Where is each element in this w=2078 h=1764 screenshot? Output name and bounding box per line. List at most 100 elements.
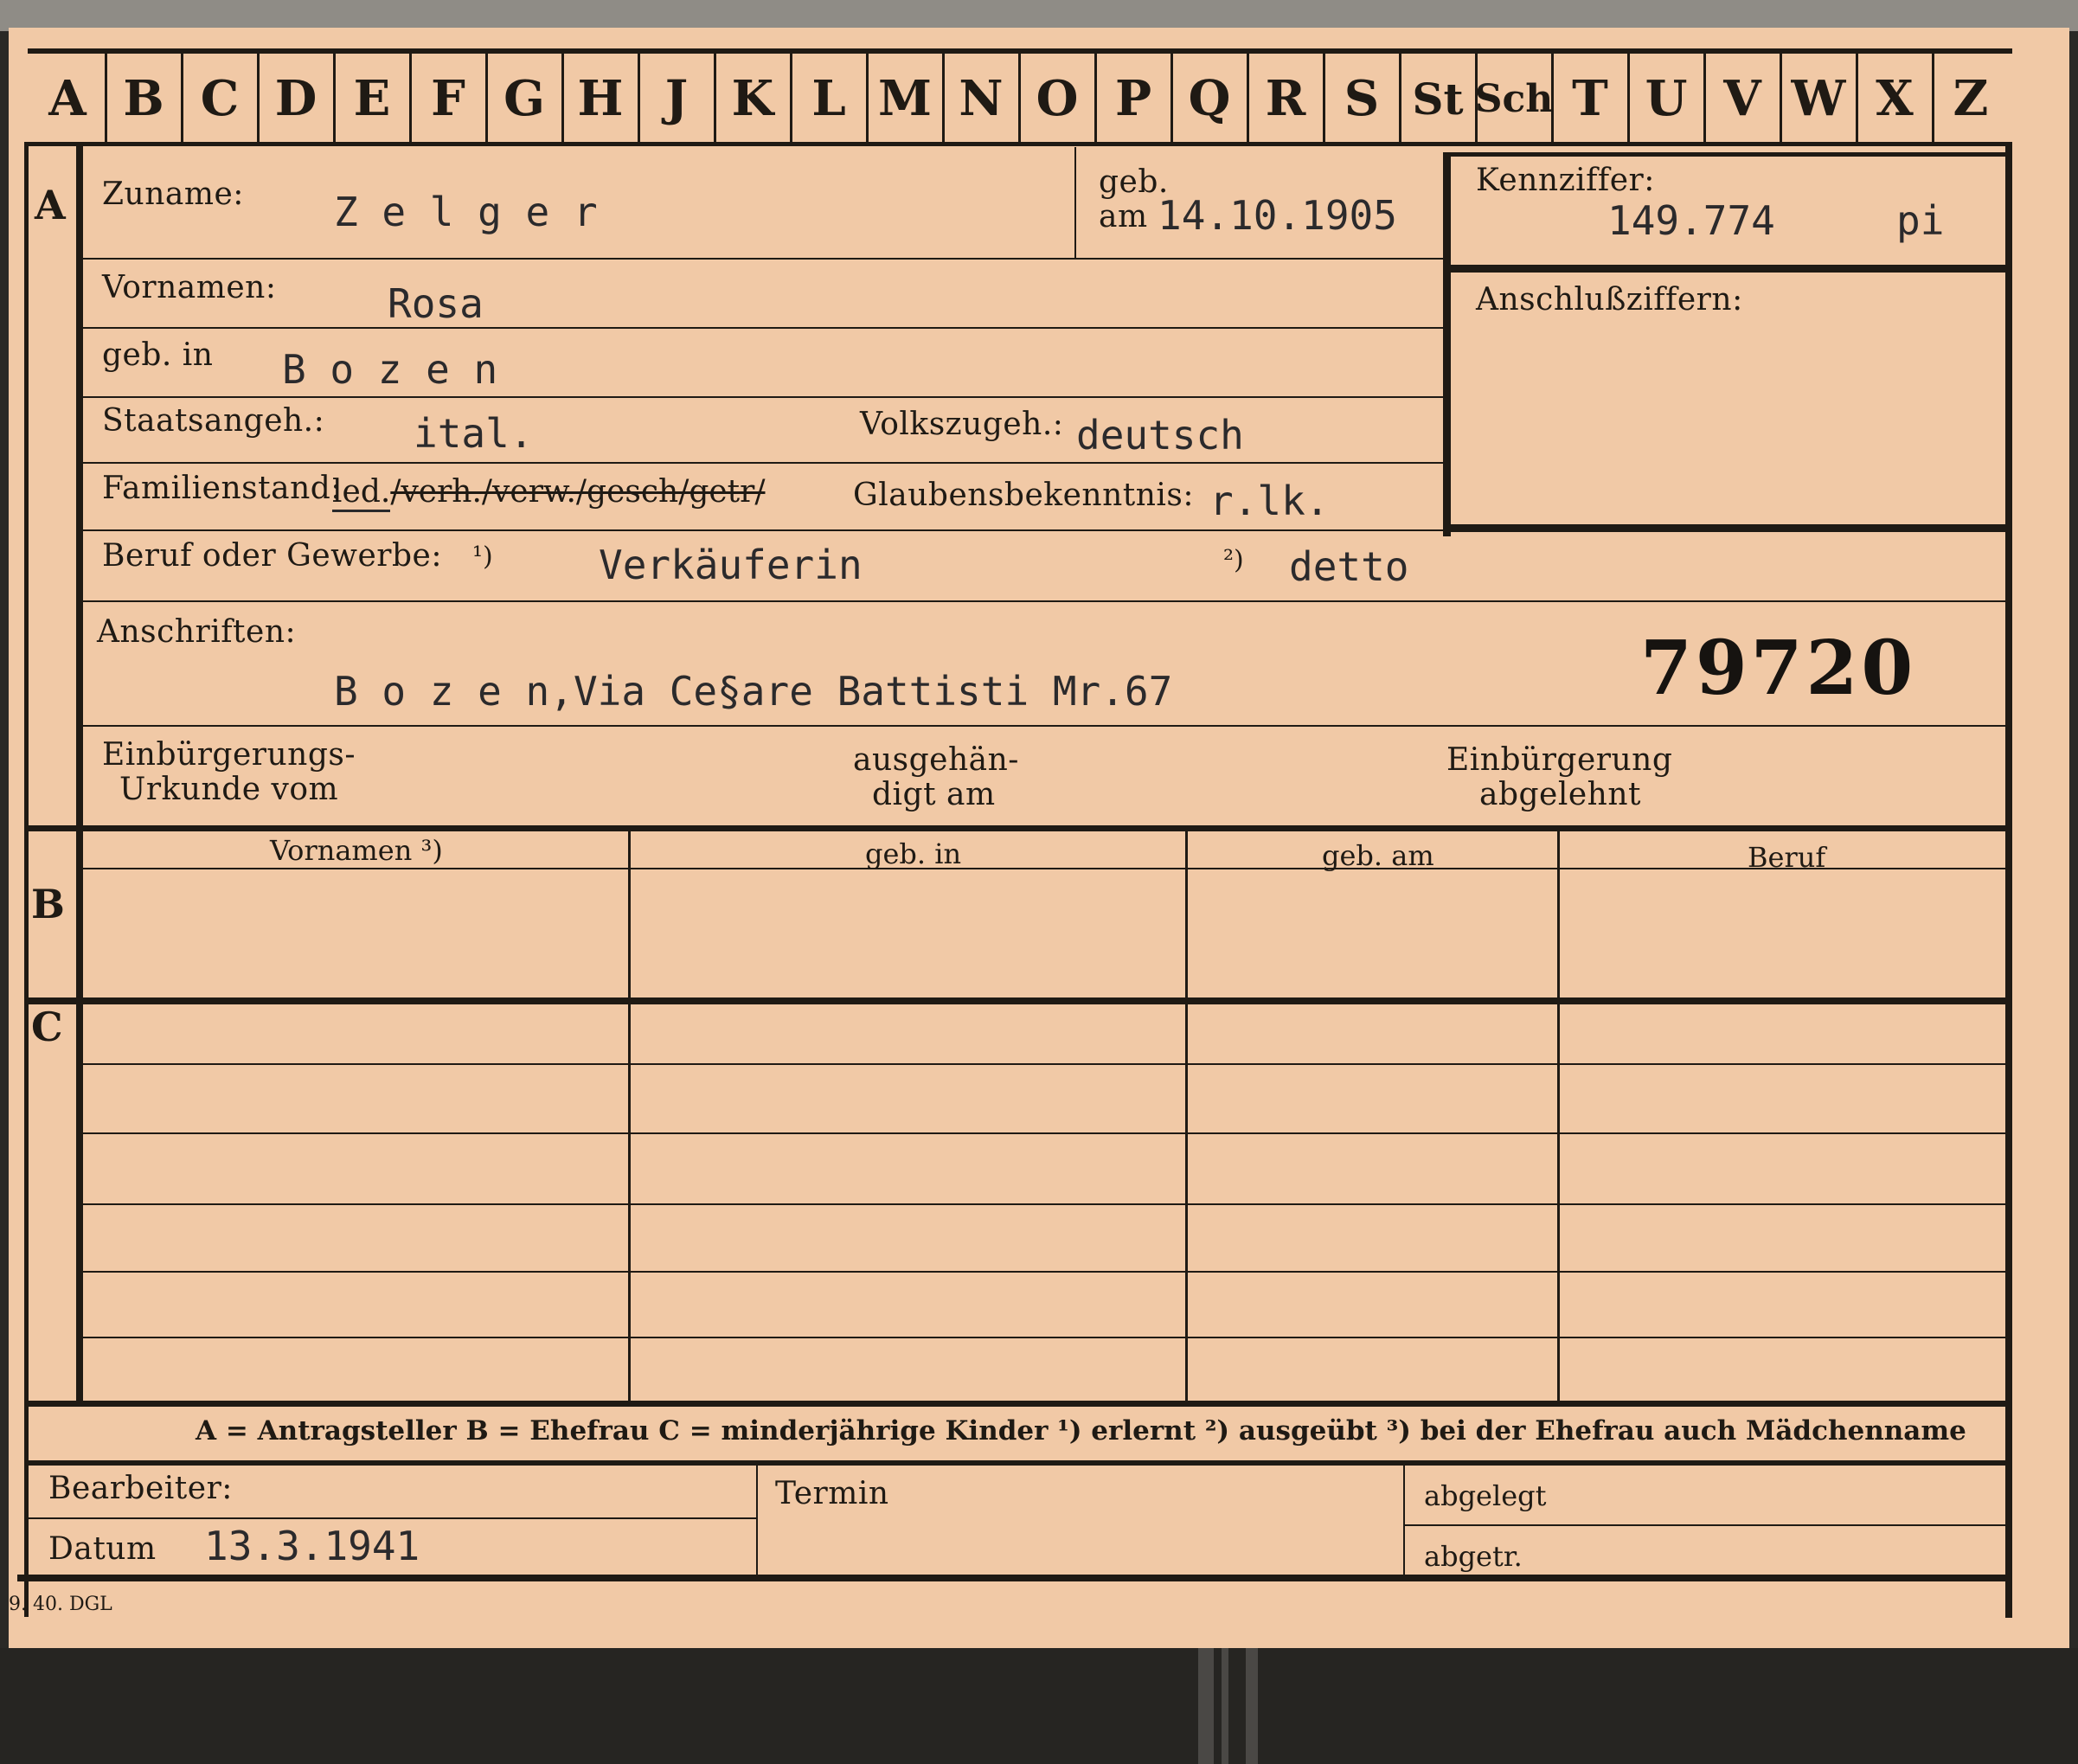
section-mark-b: B	[31, 881, 65, 927]
label-zuname: Zuname:	[102, 176, 244, 212]
label-ausgehaendigt-2: digt am	[872, 777, 996, 812]
tab-divider	[105, 54, 107, 142]
tab-letter-r[interactable]: R	[1247, 55, 1324, 142]
value-number: 79720	[1640, 625, 1917, 712]
tab-divider	[181, 54, 183, 142]
tab-letter-g[interactable]: G	[486, 55, 562, 142]
rule-table-header	[83, 868, 2005, 869]
tab-letter-k[interactable]: K	[715, 55, 791, 142]
label-datum: Datum	[48, 1531, 157, 1567]
tab-letter-m[interactable]: M	[867, 55, 943, 142]
tab-letter-f[interactable]: F	[410, 55, 486, 142]
label-abgetr: abgetr.	[1424, 1540, 1523, 1573]
tab-letter-e[interactable]: E	[334, 55, 410, 142]
rule-bearbeiter	[24, 1517, 756, 1519]
col-header-geb-am: geb. am	[1322, 839, 1434, 872]
scan-background-top	[0, 0, 2078, 31]
kennziffer-box-bottom	[1451, 524, 2005, 532]
col-divider-2	[1185, 831, 1188, 1402]
tab-divider	[790, 54, 792, 142]
label-glaubensbekenntnis: Glaubensbekenntnis:	[853, 478, 1195, 513]
tab-letter-j[interactable]: J	[638, 55, 715, 142]
col-header-beruf: Beruf	[1748, 841, 1826, 874]
col-header-geb-in: geb. in	[865, 837, 962, 870]
tab-divider	[1170, 54, 1173, 142]
rule-section-b-end	[24, 997, 2012, 1004]
tab-divider	[1780, 54, 1782, 142]
familienstand-kept: led.	[332, 474, 391, 512]
tab-divider	[1399, 54, 1401, 142]
label-abgelegt: abgelegt	[1424, 1479, 1547, 1512]
tab-letter-c[interactable]: C	[182, 55, 258, 142]
label-bearbeiter: Bearbeiter:	[48, 1471, 233, 1506]
tab-letter-q[interactable]: Q	[1171, 55, 1247, 142]
label-geb-am-bottom: am	[1099, 199, 1148, 234]
frame-left-inner	[76, 142, 83, 1405]
value-zuname: Z e l g e r	[334, 189, 598, 235]
value-beruf-ausgeuebt: detto	[1289, 543, 1409, 590]
tab-divider	[1094, 54, 1097, 142]
rule-familienstand	[83, 529, 1443, 531]
frame-bottom	[17, 1575, 2012, 1581]
rule-legend-end	[24, 1460, 2012, 1466]
tab-letter-l[interactable]: L	[791, 55, 867, 142]
rule-beruf	[83, 600, 2005, 602]
tab-letter-b[interactable]: B	[106, 55, 182, 142]
label-beruf-note2: ²)	[1223, 545, 1244, 575]
tab-letter-a[interactable]: A	[29, 55, 106, 142]
section-mark-c: C	[31, 1004, 63, 1050]
tab-letter-o[interactable]: O	[1019, 55, 1095, 142]
scan-stripe	[1198, 1648, 1214, 1764]
value-vornamen: Rosa	[388, 280, 484, 327]
rule-geb-in	[83, 396, 1443, 398]
rule-anschriften	[83, 725, 2005, 727]
tab-divider	[638, 54, 640, 142]
value-volkszugeh: deutsch	[1076, 412, 1244, 459]
col-divider-1	[628, 831, 631, 1402]
scan-stripe	[1222, 1648, 1228, 1764]
rule-section-a-end	[24, 825, 2012, 831]
tab-letter-n[interactable]: N	[943, 55, 1019, 142]
footer-divider-2	[1403, 1466, 1405, 1576]
kennziffer-box-top	[1451, 152, 2005, 157]
tab-divider	[1703, 54, 1706, 142]
familienstand-struck: /verh./verw./gesch/getr/	[390, 474, 766, 510]
tab-divider	[1018, 54, 1021, 142]
rule-section-c-end	[24, 1401, 2012, 1407]
tab-letter-h[interactable]: H	[562, 55, 638, 142]
tab-letter-sch[interactable]: Sch	[1475, 55, 1554, 142]
label-familienstand: Familienstand:	[102, 471, 342, 506]
label-kennziffer: Kennziffer:	[1476, 163, 1655, 198]
tab-divider	[333, 54, 336, 142]
kennziffer-box-left	[1443, 152, 1451, 536]
tab-letter-p[interactable]: P	[1095, 55, 1171, 142]
tab-letter-s[interactable]: S	[1324, 55, 1400, 142]
label-geb-in: geb. in	[102, 337, 214, 373]
value-datum: 13.3.1941	[204, 1523, 420, 1569]
tab-letter-t[interactable]: T	[1552, 55, 1628, 142]
tab-letter-w[interactable]: W	[1780, 55, 1857, 142]
rule-abgelegt	[1405, 1524, 2012, 1526]
tab-letter-st[interactable]: St	[1400, 55, 1476, 142]
tab-divider	[866, 54, 869, 142]
col-divider-3	[1557, 831, 1560, 1402]
tab-divider	[409, 54, 412, 142]
value-geb-am: 14.10.1905	[1158, 192, 1397, 239]
tab-letter-x[interactable]: X	[1857, 55, 1933, 142]
tab-divider	[1475, 54, 1478, 142]
label-vornamen: Vornamen:	[102, 270, 277, 305]
tab-divider	[257, 54, 260, 142]
tab-letter-v[interactable]: V	[1704, 55, 1780, 142]
rule-vornamen	[83, 327, 1443, 329]
rule-geb-divider	[1074, 147, 1076, 258]
label-einb-urkunde-2: Urkunde vom	[119, 772, 339, 807]
label-beruf-note1: ¹)	[472, 542, 493, 572]
tab-divider	[1323, 54, 1325, 142]
tab-divider	[942, 54, 945, 142]
tab-letter-u[interactable]: U	[1628, 55, 1704, 142]
tab-letter-d[interactable]: D	[258, 55, 334, 142]
tab-letter-z[interactable]: Z	[1933, 55, 2009, 142]
frame-left-outer	[24, 142, 29, 1617]
label-einb-urkunde-1: Einbürgerungs-	[102, 737, 356, 773]
scan-background-bottom	[0, 1648, 2078, 1764]
